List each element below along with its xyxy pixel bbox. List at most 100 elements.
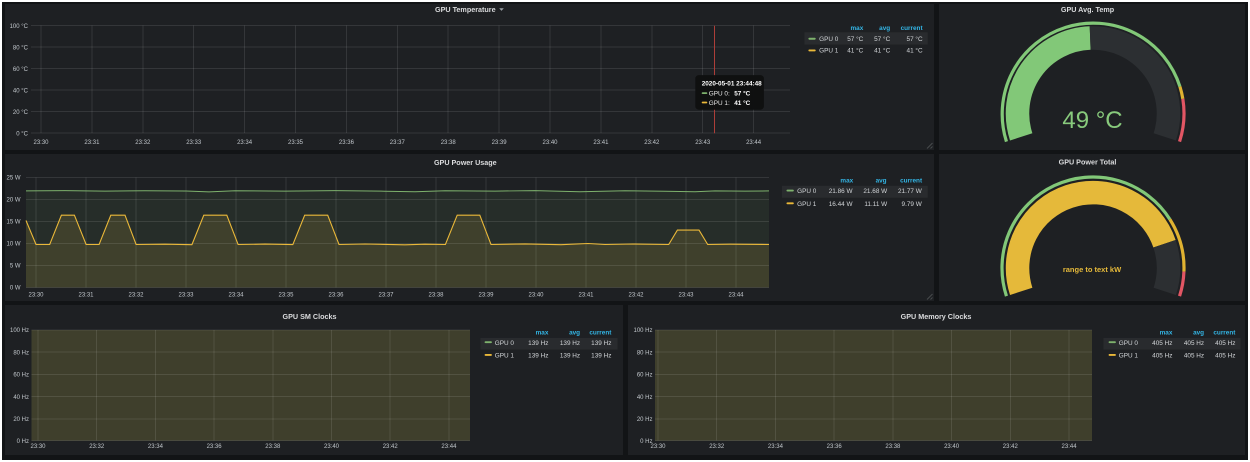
svg-text:11.11 W: 11.11 W [864, 201, 888, 208]
svg-text:405 Hz: 405 Hz [1152, 353, 1172, 360]
svg-text:23:32: 23:32 [135, 140, 151, 146]
svg-text:23:30: 23:30 [33, 140, 49, 146]
svg-text:40 Hz: 40 Hz [13, 395, 29, 401]
svg-text:41 °C: 41 °C [847, 47, 863, 55]
svg-text:GPU Power Total: GPU Power Total [1059, 158, 1117, 167]
svg-text:57 °C: 57 °C [874, 35, 890, 43]
svg-text:23:44: 23:44 [441, 444, 457, 450]
svg-text:23:42: 23:42 [1003, 444, 1019, 450]
svg-text:405 Hz: 405 Hz [1184, 353, 1204, 360]
svg-text:0 Hz: 0 Hz [17, 439, 29, 445]
svg-text:23:40: 23:40 [528, 292, 544, 298]
svg-text:100 Hz: 100 Hz [633, 328, 652, 334]
svg-text:57 °C: 57 °C [847, 35, 863, 43]
svg-text:25 W: 25 W [6, 176, 20, 182]
svg-text:GPU 0: GPU 0 [1119, 340, 1139, 347]
svg-text:avg: avg [1193, 329, 1204, 336]
svg-text:max: max [1160, 329, 1173, 336]
svg-text:23:37: 23:37 [378, 292, 394, 298]
svg-text:GPU 1: GPU 1 [1119, 353, 1139, 360]
svg-text:GPU 1: GPU 1 [819, 48, 839, 55]
svg-text:80 Hz: 80 Hz [13, 350, 29, 356]
svg-text:80 °C: 80 °C [13, 45, 29, 51]
svg-text:23:38: 23:38 [265, 444, 281, 450]
svg-text:23:38: 23:38 [428, 292, 444, 298]
svg-text:current: current [901, 25, 924, 32]
svg-text:current: current [1213, 329, 1236, 336]
svg-text:GPU Avg. Temp: GPU Avg. Temp [1061, 5, 1115, 14]
svg-text:21.86 W: 21.86 W [829, 188, 854, 195]
svg-text:23:35: 23:35 [288, 140, 304, 146]
svg-text:20 °C: 20 °C [13, 110, 29, 116]
svg-text:57 °C: 57 °C [907, 35, 923, 43]
svg-text:23:43: 23:43 [695, 140, 711, 146]
svg-text:23:36: 23:36 [207, 444, 223, 450]
svg-text:23:32: 23:32 [128, 292, 144, 298]
svg-text:23:41: 23:41 [593, 140, 609, 146]
svg-text:139 Hz: 139 Hz [591, 340, 611, 347]
svg-text:23:36: 23:36 [328, 292, 344, 298]
svg-text:max: max [840, 178, 853, 185]
svg-text:GPU 0: GPU 0 [819, 36, 839, 43]
svg-text:23:36: 23:36 [827, 444, 843, 450]
svg-text:23:42: 23:42 [644, 140, 660, 146]
svg-text:23:30: 23:30 [28, 292, 44, 298]
svg-text:20 Hz: 20 Hz [637, 417, 653, 423]
svg-text:23:44: 23:44 [728, 292, 744, 298]
svg-text:20 W: 20 W [6, 198, 20, 204]
svg-text:139 Hz: 139 Hz [591, 353, 611, 360]
svg-text:max: max [536, 329, 549, 336]
svg-text:60 Hz: 60 Hz [637, 373, 653, 379]
svg-text:0 °C: 0 °C [16, 131, 28, 137]
svg-text:23:39: 23:39 [478, 292, 494, 298]
svg-text:10 W: 10 W [6, 242, 20, 248]
svg-text:max: max [851, 25, 864, 32]
svg-text:23:35: 23:35 [278, 292, 294, 298]
svg-text:100 °C: 100 °C [10, 24, 29, 30]
svg-text:100 Hz: 100 Hz [10, 328, 29, 334]
svg-text:405 Hz: 405 Hz [1184, 340, 1204, 347]
svg-text:23:30: 23:30 [30, 444, 46, 450]
svg-text:GPU Memory Clocks: GPU Memory Clocks [901, 312, 972, 321]
svg-text:49 °C: 49 °C [1062, 107, 1122, 134]
svg-text:41 °C: 41 °C [734, 99, 750, 107]
svg-text:23:42: 23:42 [383, 444, 399, 450]
svg-text:23:40: 23:40 [944, 444, 960, 450]
svg-text:23:44: 23:44 [746, 140, 762, 146]
svg-text:139 Hz: 139 Hz [560, 340, 580, 347]
svg-text:9.79 W: 9.79 W [902, 201, 923, 208]
svg-text:avg: avg [876, 178, 887, 185]
svg-text:41 °C: 41 °C [907, 47, 923, 55]
svg-text:139 Hz: 139 Hz [528, 340, 548, 347]
svg-text:GPU 0: GPU 0 [797, 188, 817, 195]
svg-text:GPU SM Clocks: GPU SM Clocks [283, 312, 337, 321]
svg-text:23:40: 23:40 [324, 444, 340, 450]
svg-text:5 W: 5 W [10, 264, 21, 270]
svg-text:80 Hz: 80 Hz [637, 350, 653, 356]
svg-text:23:30: 23:30 [650, 444, 666, 450]
svg-text:23:40: 23:40 [542, 140, 558, 146]
svg-text:GPU Temperature: GPU Temperature [435, 5, 496, 14]
svg-text:23:33: 23:33 [178, 292, 194, 298]
svg-text:16.44 W: 16.44 W [829, 201, 854, 208]
svg-text:23:34: 23:34 [228, 292, 244, 298]
svg-text:23:43: 23:43 [678, 292, 694, 298]
svg-text:23:34: 23:34 [148, 444, 164, 450]
svg-text:23:38: 23:38 [441, 140, 457, 146]
svg-text:GPU 0: GPU 0 [495, 340, 515, 347]
svg-text:23:34: 23:34 [768, 444, 784, 450]
svg-text:0 W: 0 W [10, 286, 21, 292]
svg-text:range to text kW: range to text kW [1063, 265, 1122, 274]
svg-text:139 Hz: 139 Hz [560, 353, 580, 360]
svg-text:23:32: 23:32 [89, 444, 105, 450]
svg-text:60 °C: 60 °C [13, 67, 29, 73]
svg-text:40 Hz: 40 Hz [637, 395, 653, 401]
svg-text:41 °C: 41 °C [874, 47, 890, 55]
svg-text:21.68 W: 21.68 W [863, 188, 888, 195]
svg-text:15 W: 15 W [6, 220, 20, 226]
svg-text:23:39: 23:39 [492, 140, 508, 146]
svg-text:60 Hz: 60 Hz [13, 373, 29, 379]
svg-text:current: current [900, 178, 923, 185]
svg-text:139 Hz: 139 Hz [528, 353, 548, 360]
svg-text:405 Hz: 405 Hz [1215, 340, 1235, 347]
